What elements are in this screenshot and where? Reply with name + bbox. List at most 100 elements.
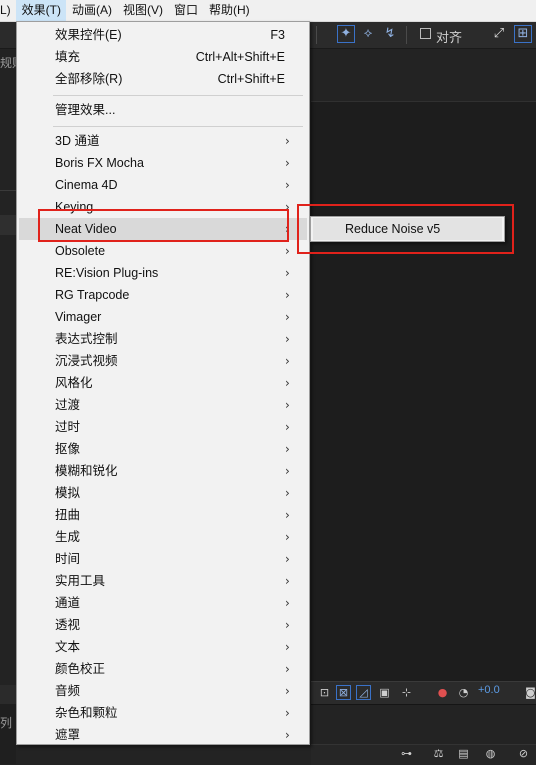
menu-item-label: 扭曲 <box>55 508 81 522</box>
align-label: 对齐 <box>436 30 463 45</box>
menu-separator <box>53 95 303 96</box>
menu-item-category-rg-trapcode[interactable]: RG Trapcode › <box>19 284 307 306</box>
submenu-arrow-icon: › <box>285 134 290 148</box>
menu-effects[interactable]: 效果(T) <box>15 0 66 21</box>
menu-item-category-category-18[interactable]: 生成 › <box>19 526 307 548</box>
puppet-bend-icon[interactable]: ↯ <box>381 25 399 43</box>
menu-item-label: 通道 <box>55 596 81 610</box>
menu-item-category-re-vision-plug-ins[interactable]: RE:Vision Plug-ins › <box>19 262 307 284</box>
menu-item-label: 模拟 <box>55 486 81 500</box>
menu-item-category-category-13[interactable]: 过时 › <box>19 416 307 438</box>
menu-item-category-category-24[interactable]: 颜色校正 › <box>19 658 307 680</box>
viewer-bottom-bar: ⊡ ⊠ ◿ ▣ ⊹ ● ◔ ◙ <box>311 681 536 704</box>
menu-item-shortcut: F3 <box>270 28 285 42</box>
region-of-interest-icon[interactable]: ⊡ <box>317 685 332 700</box>
menu-item-label: RE:Vision Plug-ins <box>55 266 159 280</box>
menu-item-remove-all[interactable]: 全部移除(R) Ctrl+Shift+E <box>19 68 307 90</box>
snap-grid-icon[interactable]: ⊞ <box>514 25 532 43</box>
snapshot-icon[interactable]: ◙ <box>523 685 536 700</box>
submenu-arrow-icon: › <box>285 728 290 742</box>
menu-item-label: 颜色校正 <box>55 662 106 676</box>
menu-item-category-category-11[interactable]: 风格化 › <box>19 372 307 394</box>
submenu-arrow-icon: › <box>285 618 290 632</box>
menu-item-effect-controls[interactable]: 效果控件(E) F3 <box>19 24 307 46</box>
menu-item-category-category-23[interactable]: 文本 › <box>19 636 307 658</box>
composition-panel <box>311 49 536 685</box>
transparency-grid-icon[interactable]: ⊠ <box>336 685 351 700</box>
submenu-arrow-icon: › <box>285 662 290 676</box>
menu-item-manage-effects[interactable]: 管理效果... <box>19 99 307 121</box>
submenu-arrow-icon: › <box>285 398 290 412</box>
submenu-arrow-icon: › <box>285 596 290 610</box>
highlight-box-neat-video <box>38 209 289 242</box>
mask-path-icon[interactable]: ◿ <box>356 685 371 700</box>
submenu-arrow-icon: › <box>285 266 290 280</box>
menu-item-category-3d[interactable]: 3D 通道 › <box>19 130 307 152</box>
puppet-starch-icon[interactable]: ⟡ <box>359 25 377 43</box>
fast-preview-icon[interactable]: ▣ <box>377 685 392 700</box>
menu-item-category-boris-fx-mocha[interactable]: Boris FX Mocha › <box>19 152 307 174</box>
menu-item-category-category-26[interactable]: 杂色和颗粒 › <box>19 702 307 724</box>
graph-editor-icon[interactable]: ◍ <box>483 746 498 761</box>
submenu-arrow-icon: › <box>285 486 290 500</box>
color-channels-icon[interactable]: ● <box>435 685 450 700</box>
menu-item-fill[interactable]: 填充 Ctrl+Alt+Shift+E <box>19 46 307 68</box>
menu-item-category-category-25[interactable]: 音频 › <box>19 680 307 702</box>
menu-item-category-category-16[interactable]: 模拟 › <box>19 482 307 504</box>
menu-item-category-category-27[interactable]: 遮罩 › <box>19 724 307 746</box>
menu-item-category-category-22[interactable]: 透视 › <box>19 614 307 636</box>
menu-item-shortcut: Ctrl+Shift+E <box>217 72 285 86</box>
menu-item-label: 沉浸式视频 <box>55 354 118 368</box>
menu-item-category-category-21[interactable]: 通道 › <box>19 592 307 614</box>
submenu-arrow-icon: › <box>285 244 290 258</box>
submenu-arrow-icon: › <box>285 332 290 346</box>
menu-item-category-category-17[interactable]: 扭曲 › <box>19 504 307 526</box>
menu-item-label: 遮罩 <box>55 728 81 742</box>
submenu-arrow-icon: › <box>285 684 290 698</box>
menu-item-label: 模糊和锐化 <box>55 464 118 478</box>
submenu-arrow-icon: › <box>285 288 290 302</box>
menu-item-label: 文本 <box>55 640 81 654</box>
puppet-pin-icon[interactable]: ✦ <box>337 25 355 43</box>
menu-item-label: 实用工具 <box>55 574 106 588</box>
composition-flowchart-icon[interactable]: ⊶ <box>399 746 414 761</box>
menu-help[interactable]: 帮助(H) <box>203 0 255 21</box>
menu-item-label: 管理效果... <box>55 103 116 117</box>
menu-item-category-category-15[interactable]: 模糊和锐化 › <box>19 460 307 482</box>
menu-item-category-vimager[interactable]: Vimager › <box>19 306 307 328</box>
menu-item-category-category-14[interactable]: 抠像 › <box>19 438 307 460</box>
menu-item-label: RG Trapcode <box>55 288 130 302</box>
menu-item-label: 风格化 <box>55 376 93 390</box>
draft-3d-icon[interactable]: ⊘ <box>516 746 531 761</box>
menu-item-label: 透视 <box>55 618 81 632</box>
menu-item-category-category-9[interactable]: 表达式控制 › <box>19 328 307 350</box>
view-options-icon[interactable]: ⊹ <box>399 685 414 700</box>
menu-item-label: 抠像 <box>55 442 81 456</box>
menu-animation[interactable]: 动画(A) <box>66 0 117 21</box>
menu-item-category-category-12[interactable]: 过渡 › <box>19 394 307 416</box>
submenu-arrow-icon: › <box>285 354 290 368</box>
panel-divider <box>0 190 16 191</box>
menu-window[interactable]: 窗口 <box>168 0 203 21</box>
submenu-arrow-icon: › <box>285 552 290 566</box>
menu-item-category-cinema-4d[interactable]: Cinema 4D › <box>19 174 307 196</box>
submenu-arrow-icon: › <box>285 706 290 720</box>
menu-item-category-obsolete[interactable]: Obsolete › <box>19 240 307 262</box>
menu-view[interactable]: 视图(V) <box>117 0 168 21</box>
submenu-arrow-icon: › <box>285 178 290 192</box>
expand-icon[interactable]: ⤢ <box>490 25 508 43</box>
exposure-reset-icon[interactable]: ◔ <box>456 685 471 700</box>
menu-item-category-category-19[interactable]: 时间 › <box>19 548 307 570</box>
menu-item-shortcut: Ctrl+Alt+Shift+E <box>195 50 285 64</box>
menu-layer[interactable]: L) <box>0 0 16 21</box>
timeline-switches-bar: ⊶ ⚖ ▤ ◍ ⊘ <box>311 744 536 765</box>
align-checkbox[interactable] <box>420 28 431 39</box>
exposure-value[interactable]: +0.0 <box>478 684 500 696</box>
menu-item-category-category-20[interactable]: 实用工具 › <box>19 570 307 592</box>
frame-blending-icon[interactable]: ⚖ <box>431 746 446 761</box>
submenu-arrow-icon: › <box>285 156 290 170</box>
submenu-arrow-icon: › <box>285 310 290 324</box>
motion-blur-icon[interactable]: ▤ <box>456 746 471 761</box>
menu-item-label: 填充 <box>55 50 81 64</box>
menu-item-category-category-10[interactable]: 沉浸式视频 › <box>19 350 307 372</box>
